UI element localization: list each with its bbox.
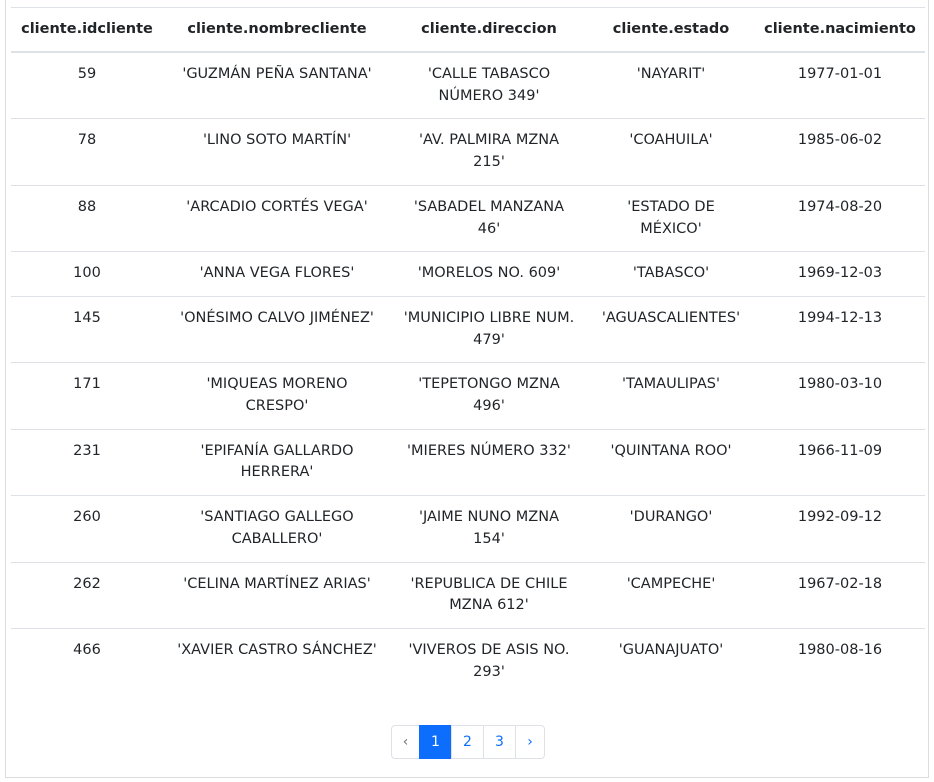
cell-nacimiento: 1985-06-02 [755, 118, 925, 186]
cell-nombrecliente: 'GUZMÁN PEÑA SANTANA' [163, 51, 391, 119]
cell-nacimiento: 1992-09-12 [755, 495, 925, 563]
cell-direccion: 'VIVEROS DE ASIS NO. 293' [391, 627, 587, 695]
cell-direccion: 'CALLE TABASCO NÚMERO 349' [391, 51, 587, 119]
cell-idcliente: 145 [11, 295, 163, 363]
table-row: 100 'ANNA VEGA FLORES' 'MORELOS NO. 609' 'T… [11, 251, 925, 297]
cell-nombrecliente: 'LINO SOTO MARTÍN' [163, 118, 391, 186]
cell-idcliente: 88 [11, 184, 163, 252]
pagination-next-button[interactable]: › [515, 725, 545, 759]
cell-idcliente: 231 [11, 428, 163, 496]
cell-idcliente: 260 [11, 495, 163, 563]
cell-idcliente: 78 [11, 118, 163, 186]
column-header-idcliente: cliente.idcliente [11, 7, 163, 53]
table-row: 231 'EPIFANÍA GALLARDO HERRERA' 'MIERES NÚ… [11, 428, 925, 496]
table-row: 59 'GUZMÁN PEÑA SANTANA' 'CALLE TABASCO NÚ… [11, 51, 925, 119]
results-card: cliente.idcliente cliente.nombrecliente … [5, 0, 929, 778]
table-body: 59 'GUZMÁN PEÑA SANTANA' 'CALLE TABASCO NÚ… [11, 51, 925, 695]
pagination: ‹ 1 2 3 › [391, 725, 545, 759]
table-row: 145 'ONÉSIMO CALVO JIMÉNEZ' 'MUNICIPIO LIB… [11, 295, 925, 363]
cell-nacimiento: 1994-12-13 [755, 295, 925, 363]
column-header-estado: cliente.estado [587, 7, 755, 53]
cell-nacimiento: 1967-02-18 [755, 561, 925, 629]
cell-idcliente: 171 [11, 362, 163, 430]
table-row: 466 'XAVIER CASTRO SÁNCHEZ' 'VIVEROS DE AS… [11, 627, 925, 695]
cell-nombrecliente: 'ANNA VEGA FLORES' [163, 251, 391, 297]
pagination-prev-button[interactable]: ‹ [391, 725, 420, 759]
cell-estado: 'DURANGO' [587, 495, 755, 563]
cell-direccion: 'REPUBLICA DE CHILE MZNA 612' [391, 561, 587, 629]
pagination-page-2[interactable]: 2 [451, 725, 484, 759]
cell-nacimiento: 1977-01-01 [755, 51, 925, 119]
cell-nacimiento: 1966-11-09 [755, 428, 925, 496]
cell-direccion: 'SABADEL MANZANA 46' [391, 184, 587, 252]
pagination-page-3[interactable]: 3 [483, 725, 516, 759]
table-row: 260 'SANTIAGO GALLEGO CABALLERO' 'JAIME NU… [11, 495, 925, 563]
table-row: 171 'MIQUEAS MORENO CRESPO' 'TEPETONGO MZN… [11, 362, 925, 430]
cell-estado: 'TABASCO' [587, 251, 755, 297]
table-row: 262 'CELINA MARTÍNEZ ARIAS' 'REPUBLICA DE … [11, 561, 925, 629]
cell-nombrecliente: 'ARCADIO CORTÉS VEGA' [163, 184, 391, 252]
table-row: 78 'LINO SOTO MARTÍN' 'AV. PALMIRA MZNA 21… [11, 118, 925, 186]
cell-nombrecliente: 'EPIFANÍA GALLARDO HERRERA' [163, 428, 391, 496]
cell-direccion: 'MORELOS NO. 609' [391, 251, 587, 297]
cell-direccion: 'TEPETONGO MZNA 496' [391, 362, 587, 430]
column-header-nacimiento: cliente.nacimiento [755, 7, 925, 53]
cell-estado: 'QUINTANA ROO' [587, 428, 755, 496]
table-header: cliente.idcliente cliente.nombrecliente … [11, 7, 925, 53]
cell-direccion: 'MUNICIPIO LIBRE NUM. 479' [391, 295, 587, 363]
header-row: cliente.idcliente cliente.nombrecliente … [11, 7, 925, 53]
cell-direccion: 'JAIME NUNO MZNA 154' [391, 495, 587, 563]
results-table: cliente.idcliente cliente.nombrecliente … [11, 7, 925, 695]
cell-nombrecliente: 'CELINA MARTÍNEZ ARIAS' [163, 561, 391, 629]
pagination-page-1[interactable]: 1 [419, 725, 452, 759]
cell-nombrecliente: 'ONÉSIMO CALVO JIMÉNEZ' [163, 295, 391, 363]
cell-nacimiento: 1980-03-10 [755, 362, 925, 430]
cell-estado: 'NAYARIT' [587, 51, 755, 119]
column-header-nombrecliente: cliente.nombrecliente [163, 7, 391, 53]
cell-estado: 'TAMAULIPAS' [587, 362, 755, 430]
cell-nombrecliente: 'XAVIER CASTRO SÁNCHEZ' [163, 627, 391, 695]
cell-nacimiento: 1974-08-20 [755, 184, 925, 252]
cell-idcliente: 100 [11, 251, 163, 297]
cell-idcliente: 466 [11, 627, 163, 695]
cell-nacimiento: 1980-08-16 [755, 627, 925, 695]
cell-nombrecliente: 'SANTIAGO GALLEGO CABALLERO' [163, 495, 391, 563]
cell-idcliente: 262 [11, 561, 163, 629]
cell-direccion: 'MIERES NÚMERO 332' [391, 428, 587, 496]
cell-estado: 'GUANAJUATO' [587, 627, 755, 695]
column-header-direccion: cliente.direccion [391, 7, 587, 53]
cell-estado: 'CAMPECHE' [587, 561, 755, 629]
table-row: 88 'ARCADIO CORTÉS VEGA' 'SABADEL MANZANA … [11, 184, 925, 252]
cell-idcliente: 59 [11, 51, 163, 119]
cell-estado: 'ESTADO DE MÉXICO' [587, 184, 755, 252]
cell-estado: 'AGUASCALIENTES' [587, 295, 755, 363]
cell-nacimiento: 1969-12-03 [755, 251, 925, 297]
cell-nombrecliente: 'MIQUEAS MORENO CRESPO' [163, 362, 391, 430]
cell-estado: 'COAHUILA' [587, 118, 755, 186]
cell-direccion: 'AV. PALMIRA MZNA 215' [391, 118, 587, 186]
